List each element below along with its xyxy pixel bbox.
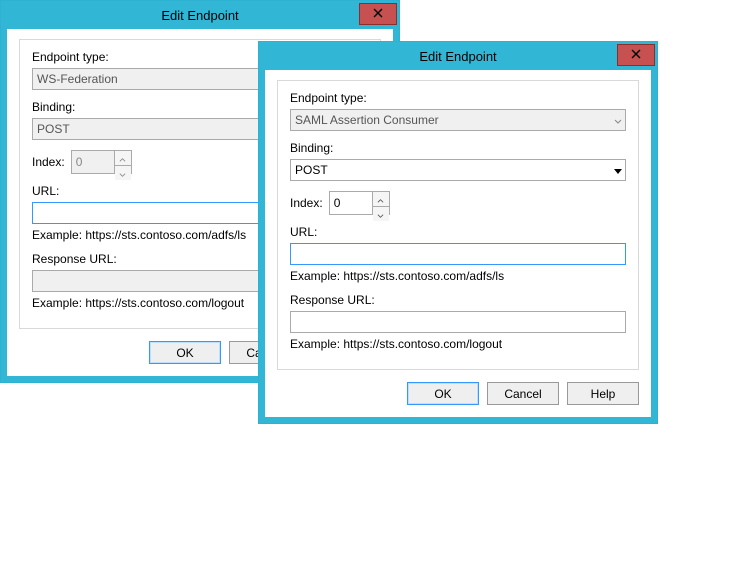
titlebar[interactable]: Edit Endpoint	[259, 42, 657, 70]
dialog-title: Edit Endpoint	[419, 49, 496, 64]
ok-button[interactable]: OK	[149, 341, 221, 364]
edit-endpoint-dialog-front: Edit Endpoint Endpoint type: Binding:	[258, 41, 658, 424]
cancel-button[interactable]: Cancel	[487, 382, 559, 405]
index-up-button[interactable]	[373, 192, 389, 207]
index-down-button[interactable]	[373, 207, 389, 221]
url-example: Example: https://sts.contoso.com/adfs/ls	[290, 269, 626, 283]
titlebar[interactable]: Edit Endpoint	[1, 1, 399, 29]
button-row: OK Cancel Help	[277, 382, 639, 405]
url-label: URL:	[290, 225, 626, 239]
chevron-up-icon	[119, 151, 126, 165]
index-value[interactable]	[72, 151, 114, 173]
index-label: Index:	[290, 196, 323, 210]
index-spinner[interactable]	[329, 191, 390, 215]
index-spinner[interactable]	[71, 150, 132, 174]
help-button[interactable]: Help	[567, 382, 639, 405]
close-icon	[631, 48, 641, 62]
close-button[interactable]	[617, 44, 655, 66]
response-url-field[interactable]	[290, 311, 626, 333]
chevron-down-icon	[119, 166, 126, 180]
dialog-content: Endpoint type: Binding: Index:	[259, 70, 657, 423]
index-down-button[interactable]	[115, 166, 131, 180]
ok-button[interactable]: OK	[407, 382, 479, 405]
endpoint-type-field[interactable]	[290, 109, 626, 131]
chevron-down-icon	[377, 207, 384, 221]
index-label: Index:	[32, 155, 65, 169]
url-field[interactable]	[290, 243, 626, 265]
form-panel: Endpoint type: Binding: Index:	[277, 80, 639, 370]
response-url-label: Response URL:	[290, 293, 626, 307]
dialog-title: Edit Endpoint	[161, 8, 238, 23]
endpoint-type-label: Endpoint type:	[290, 91, 626, 105]
response-url-example: Example: https://sts.contoso.com/logout	[290, 337, 626, 351]
binding-field[interactable]	[290, 159, 626, 181]
index-up-button[interactable]	[115, 151, 131, 166]
close-icon	[373, 7, 383, 21]
chevron-up-icon	[377, 192, 384, 206]
index-value[interactable]	[330, 192, 372, 214]
close-button[interactable]	[359, 3, 397, 25]
binding-label: Binding:	[290, 141, 626, 155]
